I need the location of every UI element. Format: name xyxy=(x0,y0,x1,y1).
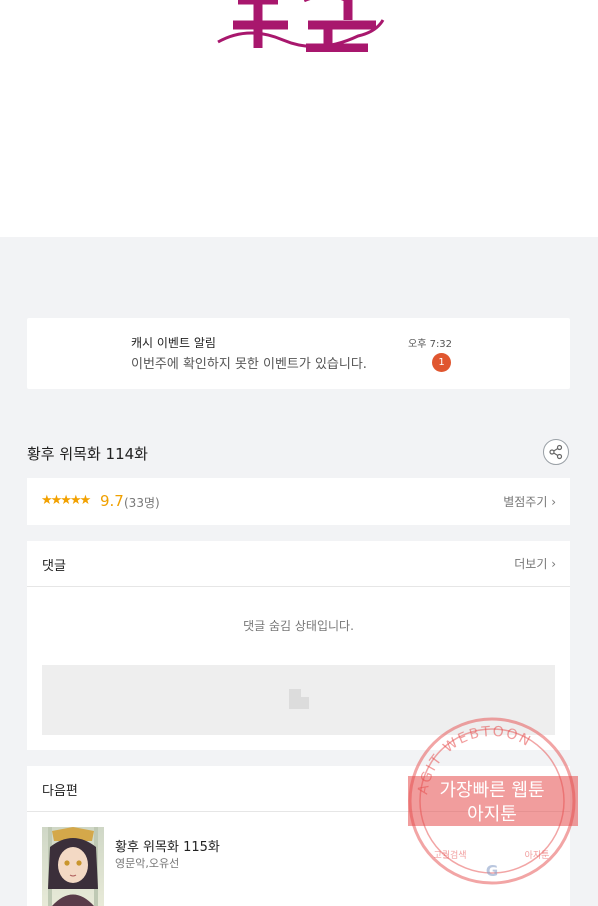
comic-panel-bottom xyxy=(0,0,598,237)
notification-count-badge: 1 xyxy=(432,353,451,372)
title-logo-art xyxy=(217,0,385,52)
character-portrait-icon xyxy=(48,827,98,906)
next-episode-label: 다음편 xyxy=(42,784,78,799)
stamp-line-2: 아지툰 xyxy=(467,804,517,825)
comments-label: 댓글 xyxy=(42,559,66,574)
rating-bar: ★★★★★ 9.7 (33명) 별점주기 › xyxy=(27,478,570,525)
comments-more-link[interactable]: 더보기 › xyxy=(514,555,556,572)
stamp-small-left: 고퀄검색 xyxy=(433,849,466,861)
notification-time: 오후 7:32 xyxy=(408,339,453,350)
comments-hidden-message: 댓글 숨김 상태입니다. xyxy=(243,619,354,633)
share-button[interactable] xyxy=(543,439,569,465)
google-icon: G xyxy=(486,862,498,880)
notification-title: 캐시 이벤트 알림 xyxy=(131,336,216,350)
next-episode-author: 영문악,오유선 xyxy=(115,857,180,870)
stamp-small-right: 아지툰 xyxy=(525,850,550,861)
image-placeholder-icon xyxy=(289,689,309,709)
rating-count: (33명) xyxy=(124,496,160,510)
episode-title: 황후 위목화 114화 xyxy=(27,445,148,463)
rate-button[interactable]: 별점주기 › xyxy=(503,493,556,510)
stamp-line-1: 가장빠른 웹툰 xyxy=(439,780,544,801)
comments-header: 댓글 더보기 › xyxy=(27,541,570,587)
share-icon xyxy=(549,444,563,460)
cash-event-notification[interactable]: 캐시 이벤트 알림 이번주에 확인하지 못한 이벤트가 있습니다. 오후 7:3… xyxy=(27,318,570,389)
notification-message: 이번주에 확인하지 못한 이벤트가 있습니다. xyxy=(131,357,367,372)
next-episode-title[interactable]: 황후 위목화 115화 xyxy=(115,836,220,855)
next-episode-thumbnail[interactable] xyxy=(42,827,104,906)
rating-score: 9.7 xyxy=(100,492,124,510)
star-rating-icon: ★★★★★ xyxy=(41,493,91,508)
watermark-stamp: AGIT WEBTOON 가장빠른 웹툰 아지툰 고퀄검색 G 아지툰 xyxy=(408,717,578,885)
